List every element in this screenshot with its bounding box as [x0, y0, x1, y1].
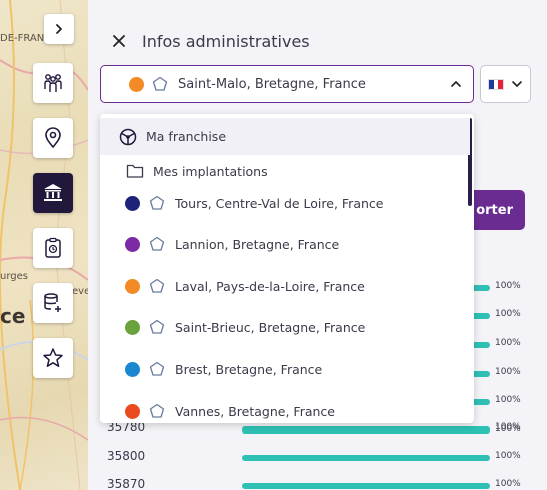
row-percent: 100% — [495, 338, 521, 348]
close-button[interactable] — [108, 30, 130, 52]
progress-fill — [242, 426, 490, 432]
polygon-icon — [149, 195, 165, 210]
folder-icon — [126, 164, 144, 178]
expand-panel-button[interactable] — [44, 14, 74, 44]
polygon-icon — [149, 361, 165, 376]
location-select-value: Saint-Malo, Bretagne, France — [178, 76, 366, 92]
tool-database-button[interactable] — [33, 283, 73, 323]
table-row: 35780 100% — [88, 420, 547, 440]
tool-people-button[interactable] — [33, 63, 73, 103]
location-pin-icon — [45, 127, 61, 149]
dropdown-location-item[interactable]: Laval, Pays-de-la-Loire, France — [100, 266, 470, 306]
location-dropdown: Ma franchise Mes implantations Tours, Ce… — [100, 114, 474, 423]
progress-fill — [242, 455, 490, 461]
tool-location-button[interactable] — [33, 118, 73, 158]
location-color-dot — [125, 236, 140, 252]
location-label: Vannes, Bretagne, France — [175, 403, 335, 419]
location-color-dot — [125, 195, 140, 211]
location-label: Brest, Bretagne, France — [175, 361, 323, 377]
dropdown-franchise-header[interactable]: Ma franchise — [100, 118, 470, 155]
polygon-icon — [149, 278, 165, 293]
folder-label: Mes implantations — [153, 163, 268, 179]
chevron-down-icon — [512, 81, 522, 87]
polygon-icon — [149, 236, 165, 251]
location-color-dot — [129, 76, 144, 92]
row-code: 35870 — [107, 477, 146, 490]
row-percent: 100% — [495, 309, 521, 319]
location-color-dot — [125, 319, 140, 335]
franchise-network-icon — [119, 128, 137, 145]
progress-bar — [242, 483, 490, 489]
location-color-dot — [125, 361, 140, 377]
progress-fill — [242, 483, 490, 489]
clipboard-icon — [45, 237, 61, 258]
row-percent: 100% — [495, 479, 521, 489]
location-color-dot — [125, 278, 140, 294]
close-icon — [113, 35, 125, 47]
map-label: eve — [72, 286, 88, 297]
tool-favorites-button[interactable] — [33, 338, 73, 378]
bank-icon — [44, 184, 62, 201]
dropdown-location-item[interactable]: Brest, Bretagne, France — [100, 349, 470, 389]
table-row: 35800 100% — [88, 449, 547, 469]
star-icon — [43, 348, 63, 367]
dropdown-location-item[interactable]: Saint-Brieuc, Bretagne, France — [100, 307, 470, 347]
polygon-icon — [149, 403, 165, 418]
row-percent: 100% — [495, 367, 521, 377]
table-row: 35870 100% — [88, 477, 547, 490]
map-label: ce — [0, 304, 26, 328]
tool-report-button[interactable] — [33, 228, 73, 268]
location-select[interactable]: Saint-Malo, Bretagne, France — [100, 65, 474, 103]
map-label: urges — [0, 271, 28, 282]
location-label: Tours, Centre-Val de Loire, France — [175, 195, 384, 211]
chevron-up-icon — [451, 81, 461, 87]
dropdown-location-item[interactable]: Lannion, Bretagne, France — [100, 224, 470, 264]
row-percent: 100% — [495, 395, 521, 405]
row-code: 35800 — [107, 449, 146, 463]
map-label: DE-FRAN — [0, 33, 45, 44]
dropdown-location-item[interactable]: Tours, Centre-Val de Loire, France — [100, 183, 470, 223]
progress-bar — [242, 426, 490, 432]
tool-administrative-button[interactable] — [33, 173, 73, 213]
row-percent: 100% — [495, 422, 521, 432]
people-icon — [44, 74, 62, 92]
panel-header: Infos administratives — [108, 30, 310, 52]
location-label: Lannion, Bretagne, France — [175, 236, 340, 252]
language-select[interactable] — [480, 65, 531, 103]
progress-bar — [242, 455, 490, 461]
polygon-icon — [152, 76, 168, 91]
database-add-icon — [44, 293, 61, 312]
row-percent: 100% — [495, 451, 521, 461]
france-flag-icon — [488, 78, 504, 90]
location-label: Saint-Brieuc, Bretagne, France — [175, 319, 366, 335]
polygon-icon — [149, 319, 165, 334]
location-color-dot — [125, 403, 140, 419]
chevron-right-icon — [56, 24, 62, 34]
dropdown-location-item[interactable]: Vannes, Bretagne, France — [100, 391, 470, 423]
row-percent: 100% — [495, 281, 521, 291]
location-label: Laval, Pays-de-la-Loire, France — [175, 278, 365, 294]
panel-title: Infos administratives — [142, 31, 310, 51]
franchise-label: Ma franchise — [146, 129, 227, 144]
